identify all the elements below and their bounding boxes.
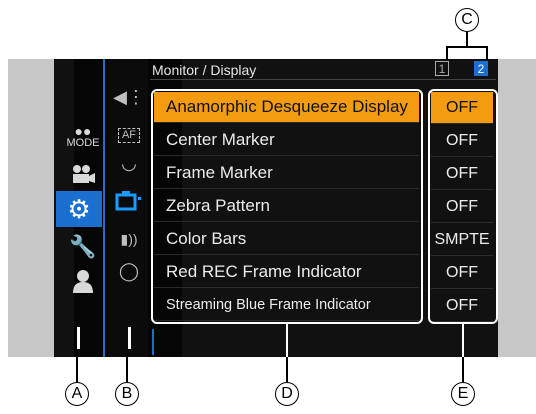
lens-icon[interactable]: ◯ [112, 257, 146, 285]
movie-camera-icon[interactable] [66, 160, 100, 188]
gear-icon[interactable]: ⚙ [56, 191, 102, 227]
gauge-icon[interactable]: ◡ [112, 149, 146, 177]
subcategory-scroll-line [128, 327, 131, 349]
callout-line-d-ext [286, 357, 288, 383]
callout-line-a [76, 357, 78, 383]
callout-line-b [126, 357, 128, 383]
category-scroll-line [77, 327, 80, 349]
category-divider [103, 59, 105, 357]
callout-line-c-right [486, 46, 488, 60]
af-label: AF [117, 127, 141, 143]
callout-line-c-horiz [446, 46, 488, 48]
monitor-icon[interactable] [112, 187, 146, 215]
callout-a: A [65, 382, 89, 406]
right-frame [498, 59, 536, 357]
user-icon[interactable] [66, 267, 100, 295]
menu-accent [152, 329, 154, 355]
page-title: Monitor / Display [152, 62, 257, 78]
page-indicator-1[interactable]: 1 [435, 61, 449, 76]
page-indicator-2[interactable]: 2 [474, 61, 488, 76]
af-icon[interactable]: AF [112, 121, 146, 149]
callout-b: B [115, 382, 139, 406]
mode-label: MODE [66, 136, 100, 149]
values-bracket [428, 89, 498, 324]
header-underline [150, 79, 496, 80]
wrench-icon[interactable]: 🔧 [66, 233, 100, 261]
callout-e: E [451, 382, 475, 406]
callout-line-e-ext [462, 357, 464, 383]
wireless-icon[interactable]: ▮)) [112, 225, 146, 253]
menu-items-bracket [151, 89, 423, 324]
camera-mode-icon[interactable]: ●● MODE [66, 122, 100, 150]
left-frame [8, 59, 54, 357]
callout-c: C [455, 8, 479, 32]
callout-line-c-left [446, 46, 448, 60]
callout-line-e [462, 324, 464, 357]
callout-line-d [286, 324, 288, 357]
audio-icon[interactable]: ◀⋮ [112, 83, 146, 111]
callout-d: D [275, 382, 299, 406]
